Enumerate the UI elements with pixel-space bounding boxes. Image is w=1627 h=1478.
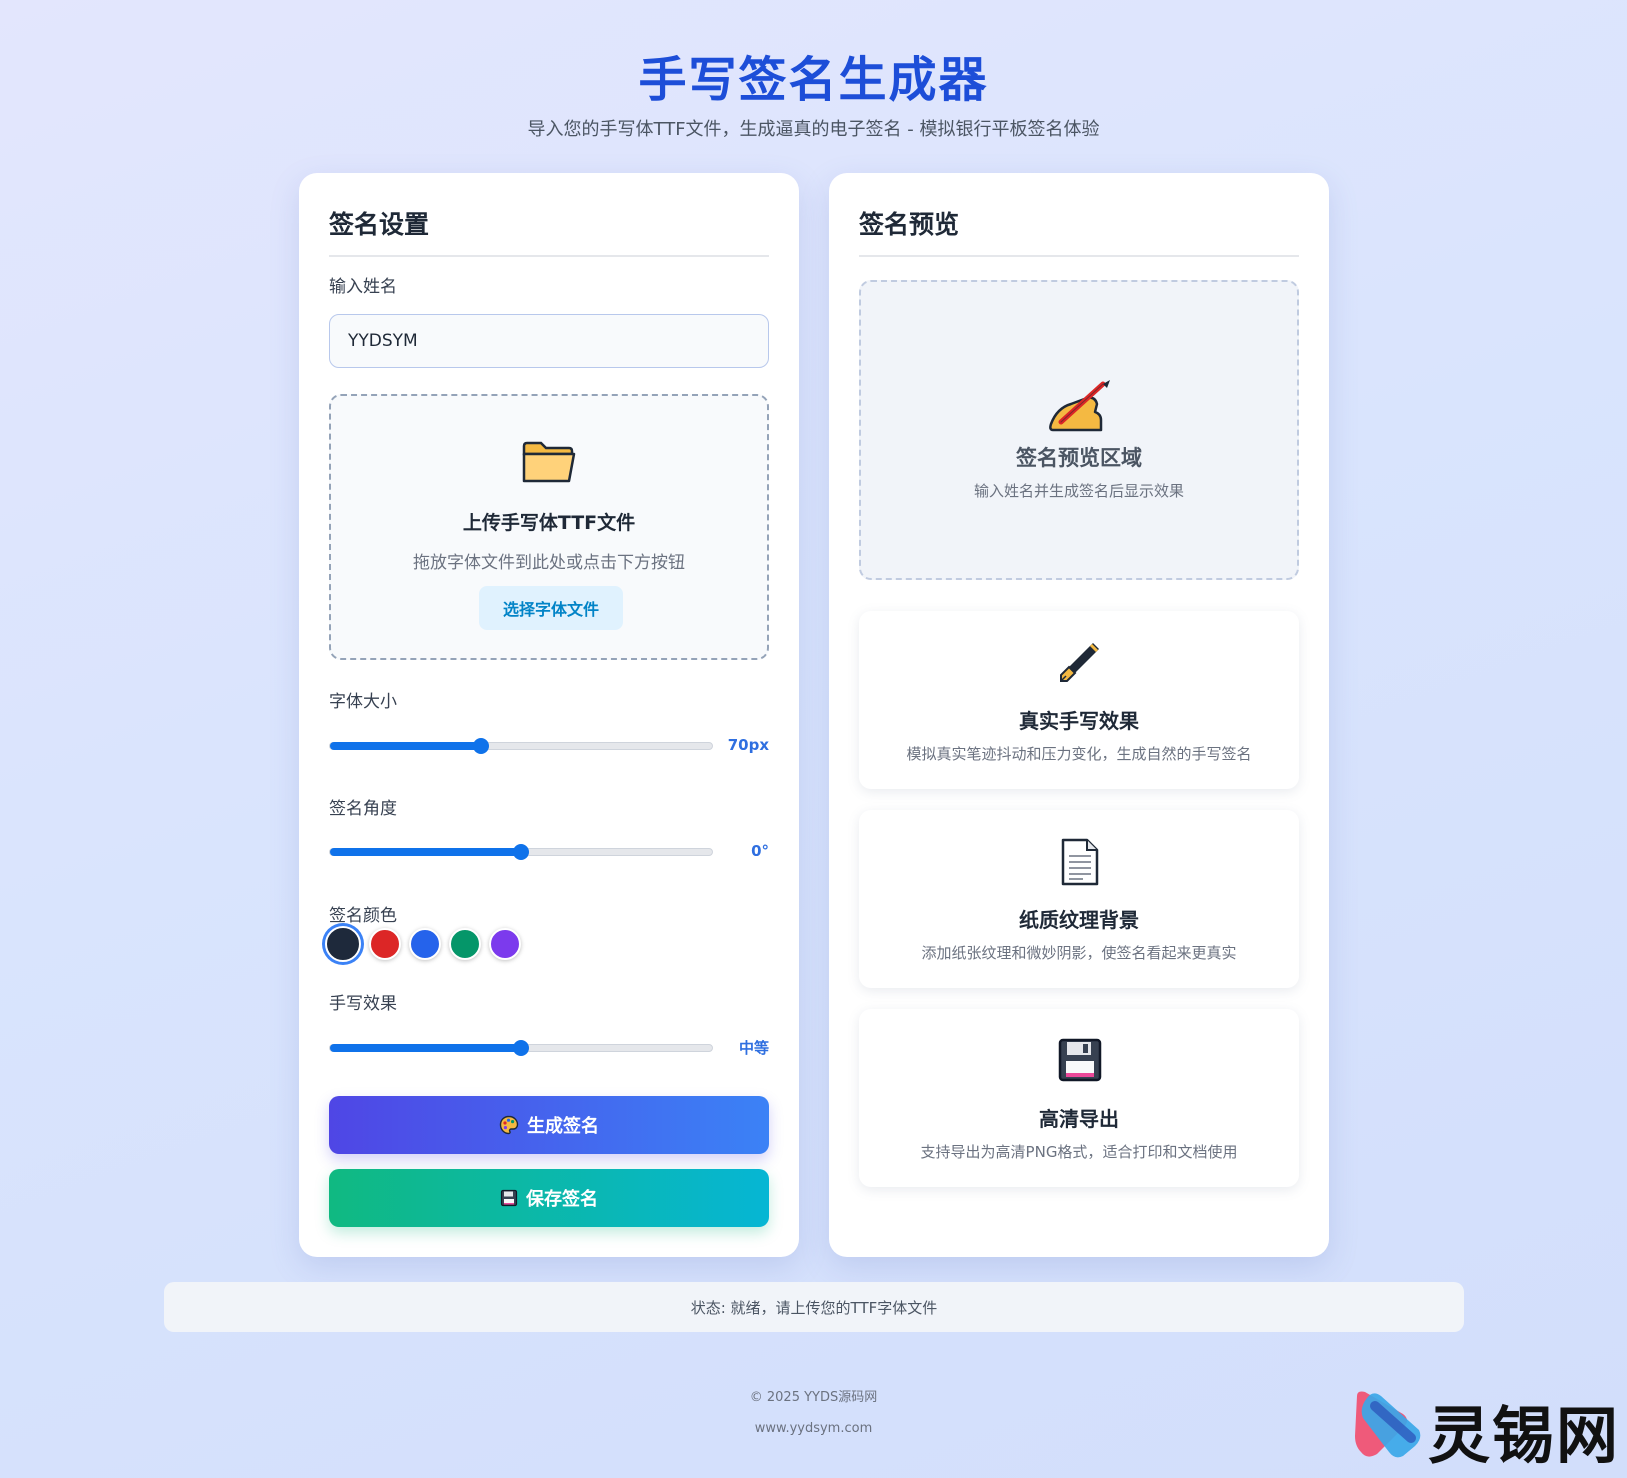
feature-title: 真实手写效果 <box>1019 709 1139 733</box>
slider-thumb[interactable] <box>513 844 529 860</box>
watermark-text: 灵锡网 <box>1428 1399 1621 1472</box>
slider-fill <box>330 848 521 856</box>
slider-thumb[interactable] <box>472 738 489 754</box>
floppy-disk-icon <box>1058 1038 1102 1082</box>
name-input[interactable] <box>329 314 769 368</box>
fountain-pen-icon <box>1060 643 1099 682</box>
generate-signature-button[interactable]: 生成签名 <box>329 1096 769 1154</box>
writing-hand-icon <box>1049 380 1110 432</box>
folder-icon <box>522 441 576 483</box>
slider-fill <box>330 742 481 750</box>
document-icon <box>1061 838 1099 886</box>
save-button-label: 保存签名 <box>526 1189 598 1210</box>
color-swatch-purple[interactable] <box>489 928 521 960</box>
effect-label: 手写效果 <box>329 994 397 1014</box>
watermark-logo-icon <box>1355 1391 1421 1458</box>
feature-title: 纸质纹理背景 <box>1019 908 1139 932</box>
preview-area-title: 签名预览区域 <box>1016 446 1142 470</box>
font-upload-dropzone[interactable]: 上传手写体TTF文件 拖放字体文件到此处或点击下方按钮 选择字体文件 <box>329 394 769 660</box>
page-title: 手写签名生成器 <box>638 52 989 108</box>
settings-title: 签名设置 <box>329 205 769 257</box>
font-size-value: 70px <box>727 736 769 754</box>
font-size-slider[interactable] <box>329 738 713 754</box>
status-bar: 状态: 就绪，请上传您的TTF字体文件 <box>164 1282 1464 1332</box>
upload-title: 上传手写体TTF文件 <box>462 512 636 534</box>
feature-desc: 支持导出为高清PNG格式，适合打印和文档使用 <box>920 1143 1238 1161</box>
save-signature-button[interactable]: 保存签名 <box>329 1169 769 1227</box>
color-swatch-blue[interactable] <box>409 928 441 960</box>
settings-card: 签名设置 输入姓名 上传手写体TTF文件 拖放字体文件到此处或点击下方按钮 选择… <box>299 173 799 1257</box>
angle-value: 0° <box>751 842 769 860</box>
angle-slider[interactable] <box>329 844 713 860</box>
effect-slider[interactable] <box>329 1040 713 1056</box>
feature-card: 纸质纹理背景 添加纸张纹理和微妙阴影，使签名看起来更真实 <box>859 810 1299 988</box>
effect-value: 中等 <box>738 1039 769 1057</box>
signature-preview-area: 签名预览区域 输入姓名并生成签名后显示效果 <box>859 280 1299 580</box>
color-swatch-green[interactable] <box>449 928 481 960</box>
color-swatch-dark[interactable] <box>325 926 361 962</box>
angle-label: 签名角度 <box>329 799 397 819</box>
name-label: 输入姓名 <box>329 277 397 297</box>
choose-font-button[interactable]: 选择字体文件 <box>479 586 623 630</box>
page-subtitle: 导入您的手写体TTF文件，生成逼真的电子签名 - 模拟银行平板签名体验 <box>527 119 1100 140</box>
color-swatch-red[interactable] <box>369 928 401 960</box>
feature-title: 高清导出 <box>1039 1107 1119 1131</box>
floppy-disk-icon <box>500 1189 518 1207</box>
preview-title: 签名预览 <box>859 205 1299 257</box>
color-label: 签名颜色 <box>329 906 397 926</box>
feature-desc: 添加纸张纹理和微妙阴影，使签名看起来更真实 <box>921 944 1237 962</box>
palette-icon <box>499 1115 519 1135</box>
slider-thumb[interactable] <box>513 1040 529 1056</box>
preview-card: 签名预览 签名预览区域 输入姓名并生成签名后显示效果 真实手写效果 模拟真实笔迹… <box>829 173 1329 1257</box>
upload-hint: 拖放字体文件到此处或点击下方按钮 <box>413 553 685 573</box>
feature-card: 高清导出 支持导出为高清PNG格式，适合打印和文档使用 <box>859 1009 1299 1187</box>
font-size-label: 字体大小 <box>329 692 397 712</box>
feature-desc: 模拟真实笔迹抖动和压力变化，生成自然的手写签名 <box>906 745 1252 763</box>
generate-button-label: 生成签名 <box>527 1116 599 1137</box>
feature-card: 真实手写效果 模拟真实笔迹抖动和压力变化，生成自然的手写签名 <box>859 611 1299 789</box>
slider-fill <box>330 1044 521 1052</box>
preview-area-hint: 输入姓名并生成签名后显示效果 <box>973 482 1184 500</box>
